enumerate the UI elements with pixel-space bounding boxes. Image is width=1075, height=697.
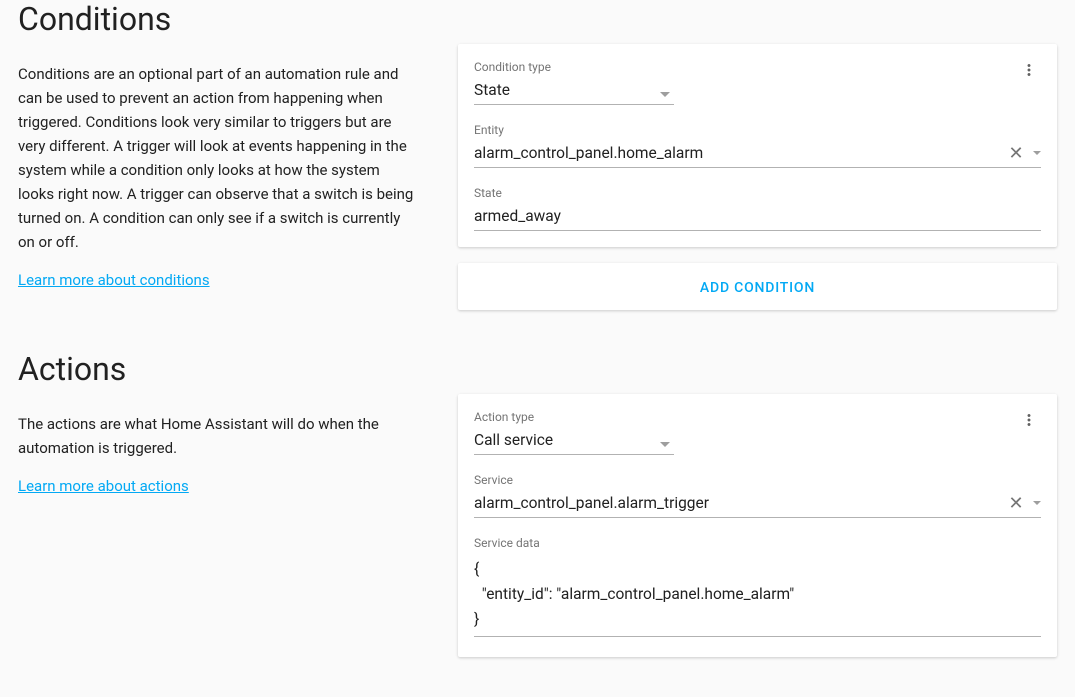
action-type-select[interactable] — [474, 428, 674, 455]
condition-type-select[interactable] — [474, 78, 674, 105]
chevron-down-icon[interactable] — [1033, 151, 1041, 155]
action-service-label: Service — [474, 473, 1041, 487]
action-service-input[interactable] — [474, 491, 1041, 518]
action-service-data-textarea[interactable] — [474, 554, 1041, 637]
conditions-learn-link[interactable]: Learn more about conditions — [18, 271, 210, 289]
action-card-menu[interactable] — [1017, 410, 1041, 434]
chevron-down-icon — [660, 442, 670, 447]
action-card: Action type Service ✕ Service data — [458, 394, 1057, 657]
condition-entity-input[interactable] — [474, 141, 1041, 168]
more-vert-icon — [1020, 61, 1038, 83]
add-condition-button[interactable]: Add Condition — [700, 280, 815, 296]
condition-card: Condition type Entity ✕ State — [458, 44, 1057, 247]
chevron-down-icon[interactable] — [1033, 501, 1041, 505]
condition-state-label: State — [474, 186, 1041, 200]
actions-learn-link[interactable]: Learn more about actions — [18, 477, 189, 495]
condition-card-menu[interactable] — [1017, 60, 1041, 84]
condition-type-label: Condition type — [474, 60, 674, 74]
condition-state-input[interactable] — [474, 204, 1041, 231]
condition-entity-label: Entity — [474, 123, 1041, 137]
add-condition-card: Add Condition — [458, 263, 1057, 310]
action-service-data-label: Service data — [474, 536, 1041, 550]
chevron-down-icon — [660, 92, 670, 97]
actions-description: The actions are what Home Assistant will… — [18, 412, 418, 460]
action-type-label: Action type — [474, 410, 674, 424]
actions-heading: Actions — [18, 350, 418, 388]
more-vert-icon — [1020, 411, 1038, 433]
conditions-description: Conditions are an optional part of an au… — [18, 62, 418, 254]
clear-icon[interactable]: ✕ — [1007, 494, 1025, 512]
clear-icon[interactable]: ✕ — [1007, 144, 1025, 162]
conditions-heading: Conditions — [18, 0, 418, 38]
